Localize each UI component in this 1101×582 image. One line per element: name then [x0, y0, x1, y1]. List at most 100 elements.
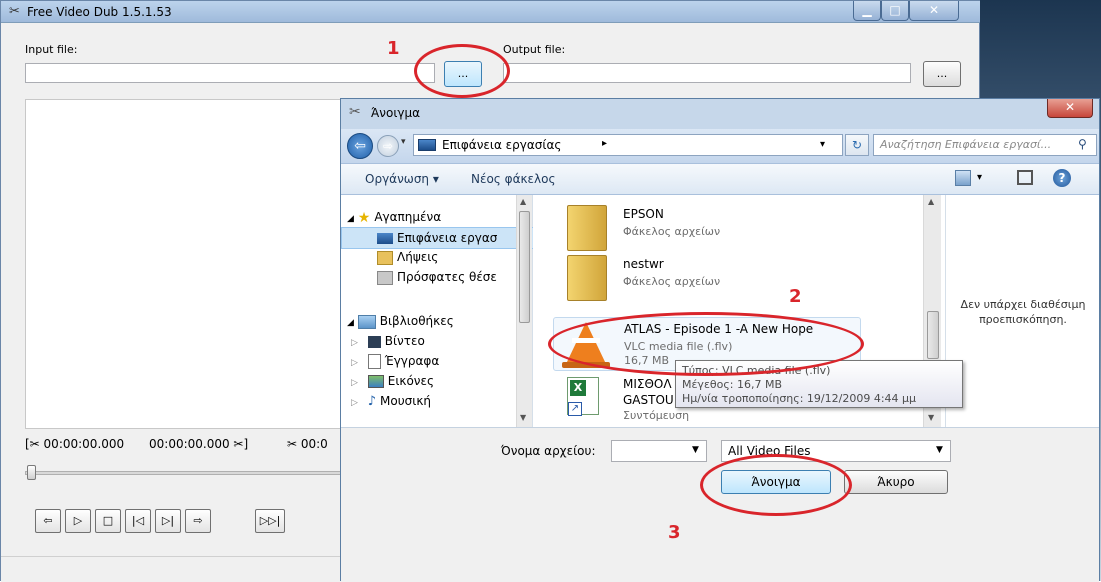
downloads-folder-icon	[377, 250, 393, 265]
forward-arrow-icon: ⇨	[382, 139, 394, 153]
maximize-button[interactable]: □	[881, 1, 909, 21]
selection-end-time: 00:00:00.000 ✂]	[149, 437, 249, 451]
preview-pane-icon[interactable]	[1017, 170, 1033, 185]
input-file-field[interactable]	[25, 63, 435, 83]
filename-label: Όνομα αρχείου:	[501, 444, 596, 458]
expand-arrow-icon[interactable]: ▷	[351, 378, 358, 388]
shortcut-arrow-icon: ↗	[568, 402, 582, 416]
app-title: Free Video Dub 1.5.1.53	[27, 5, 172, 19]
scroll-up-icon[interactable]: ▲	[520, 197, 526, 206]
rewind-button[interactable]: ⇦	[35, 509, 61, 533]
desktop-icon	[377, 233, 393, 244]
stop-button[interactable]: □	[95, 509, 121, 533]
cancel-button[interactable]: Άκυρο	[844, 470, 948, 494]
organize-menu[interactable]: Οργάνωση ▾	[365, 172, 439, 186]
documents-library-icon	[367, 354, 381, 369]
nav-scrollbar[interactable]: ▲ ▼	[516, 195, 532, 427]
nav-scroll-thumb[interactable]	[519, 211, 530, 323]
output-browse-button[interactable]: ...	[923, 61, 961, 87]
preview-pane: Δεν υπάρχει διαθέσιμη προεπισκόπηση.	[945, 195, 1099, 427]
nav-item-music[interactable]: ▷ ♪ Μουσική	[341, 391, 541, 411]
pictures-library-icon	[367, 375, 384, 388]
dialog-title-bar: ✂ Άνοιγμα ✕	[341, 99, 1099, 129]
scissors-icon: ✂	[349, 104, 361, 120]
skip-end-button[interactable]: ▷▷|	[255, 509, 285, 533]
input-file-label: Input file:	[25, 43, 78, 56]
back-button[interactable]: ⇦	[347, 133, 373, 159]
annotation-circle-file	[548, 312, 864, 376]
previous-frame-button[interactable]: |◁	[125, 509, 151, 533]
annotation-circle-browse	[414, 44, 510, 98]
nav-item-pictures[interactable]: ▷ Εικόνες	[341, 371, 541, 391]
annotation-step-3: 3	[668, 522, 681, 543]
new-folder-button[interactable]: Νέος φάκελος	[471, 172, 556, 186]
folder-icon	[567, 255, 607, 301]
excel-icon: X	[570, 380, 586, 396]
play-button[interactable]: ▷	[65, 509, 91, 533]
search-icon[interactable]: ⚲	[1078, 137, 1087, 151]
scroll-down-icon[interactable]: ▼	[928, 413, 934, 422]
back-arrow-icon: ⇦	[354, 138, 366, 154]
breadcrumb-chevron-icon[interactable]: ▸	[602, 138, 607, 149]
maximize-icon: □	[889, 3, 901, 17]
scissors-icon: ✂	[9, 4, 20, 19]
minimize-button[interactable]: ▁	[853, 1, 881, 21]
no-preview-text: Δεν υπάρχει διαθέσιμη προεπισκόπηση.	[960, 298, 1086, 326]
refresh-icon: ↻	[851, 138, 863, 152]
scroll-down-icon[interactable]: ▼	[520, 413, 526, 422]
desktop-folder-icon	[418, 139, 436, 151]
main-title-bar: ✂ Free Video Dub 1.5.1.53 ▁ □ ✕	[1, 1, 981, 23]
expand-arrow-icon[interactable]: ▷	[351, 398, 358, 408]
nav-item-documents[interactable]: ▷ Έγγραφα	[341, 351, 541, 371]
video-library-icon	[367, 335, 381, 348]
filename-dropdown-icon[interactable]: ▼	[692, 445, 699, 455]
address-bar-area: ⇦ ⇨ ▾ Επιφάνεια εργασίας ▸ ▾ ↻ Αναζήτηση…	[341, 129, 1099, 163]
output-file-label: Output file:	[503, 43, 566, 56]
excel-shortcut-icon: X ↗	[567, 377, 599, 416]
nav-item-video[interactable]: ▷ Βίντεο	[341, 331, 541, 351]
recent-locations-chevron-icon[interactable]: ▾	[401, 137, 406, 147]
forward-button[interactable]: ⇨	[377, 135, 399, 157]
search-placeholder: Αναζήτηση Επιφάνεια εργασί...	[880, 138, 1052, 151]
expand-arrow-icon[interactable]: ▷	[351, 338, 358, 348]
file-list-scroll-thumb[interactable]	[927, 311, 939, 359]
annotation-circle-open	[700, 454, 852, 516]
recent-places-icon	[377, 270, 393, 285]
search-field[interactable]: Αναζήτηση Επιφάνεια εργασί... ⚲	[873, 134, 1097, 156]
view-options-icon[interactable]	[955, 170, 971, 186]
file-type-dropdown-icon[interactable]: ▼	[936, 445, 943, 455]
annotation-step-2: 2	[789, 286, 802, 307]
playback-controls: ⇦ ▷ □ |◁ ▷| ⇨ ▷▷|	[27, 509, 347, 535]
nav-item-favorites[interactable]: ◢ ★ Αγαπημένα	[341, 207, 531, 227]
help-icon[interactable]: ?	[1053, 169, 1071, 187]
collapse-arrow-icon[interactable]: ◢	[347, 214, 354, 224]
dialog-title: Άνοιγμα	[371, 106, 421, 120]
next-frame-button[interactable]: ▷|	[155, 509, 181, 533]
filename-input[interactable]: ▼	[611, 440, 707, 462]
address-path[interactable]: Επιφάνεια εργασίας	[442, 138, 561, 152]
address-dropdown-icon[interactable]: ▾	[820, 139, 825, 150]
file-item-epson[interactable]: EPSON Φάκελος αρχείων	[553, 203, 853, 253]
command-bar: Οργάνωση ▾ Νέος φάκελος ▾ ?	[341, 163, 1099, 195]
output-file-field[interactable]	[503, 63, 911, 83]
close-icon: ✕	[928, 3, 940, 17]
scroll-up-icon[interactable]: ▲	[928, 197, 934, 206]
address-field[interactable]: Επιφάνεια εργασίας ▸ ▾	[413, 134, 843, 156]
forward-button[interactable]: ⇨	[185, 509, 211, 533]
seek-slider-handle[interactable]	[27, 465, 36, 480]
collapse-arrow-icon[interactable]: ◢	[347, 318, 354, 328]
minimize-icon: ▁	[862, 3, 872, 17]
star-icon: ★	[357, 209, 371, 226]
current-time: ✂ 00:0	[287, 437, 328, 451]
folder-icon	[567, 205, 607, 251]
status-bar	[1, 556, 341, 582]
refresh-button[interactable]: ↻	[845, 134, 869, 156]
seek-track[interactable]	[25, 471, 341, 475]
annotation-step-1: 1	[387, 38, 400, 59]
nav-item-libraries[interactable]: ◢ Βιβλιοθήκες	[341, 311, 531, 331]
close-button[interactable]: ✕	[909, 1, 959, 21]
expand-arrow-icon[interactable]: ▷	[351, 358, 358, 368]
file-item-nestwr[interactable]: nestwr Φάκελος αρχείων	[553, 253, 853, 303]
view-dropdown-icon[interactable]: ▾	[977, 172, 982, 183]
dialog-close-button[interactable]: ✕	[1047, 99, 1093, 118]
